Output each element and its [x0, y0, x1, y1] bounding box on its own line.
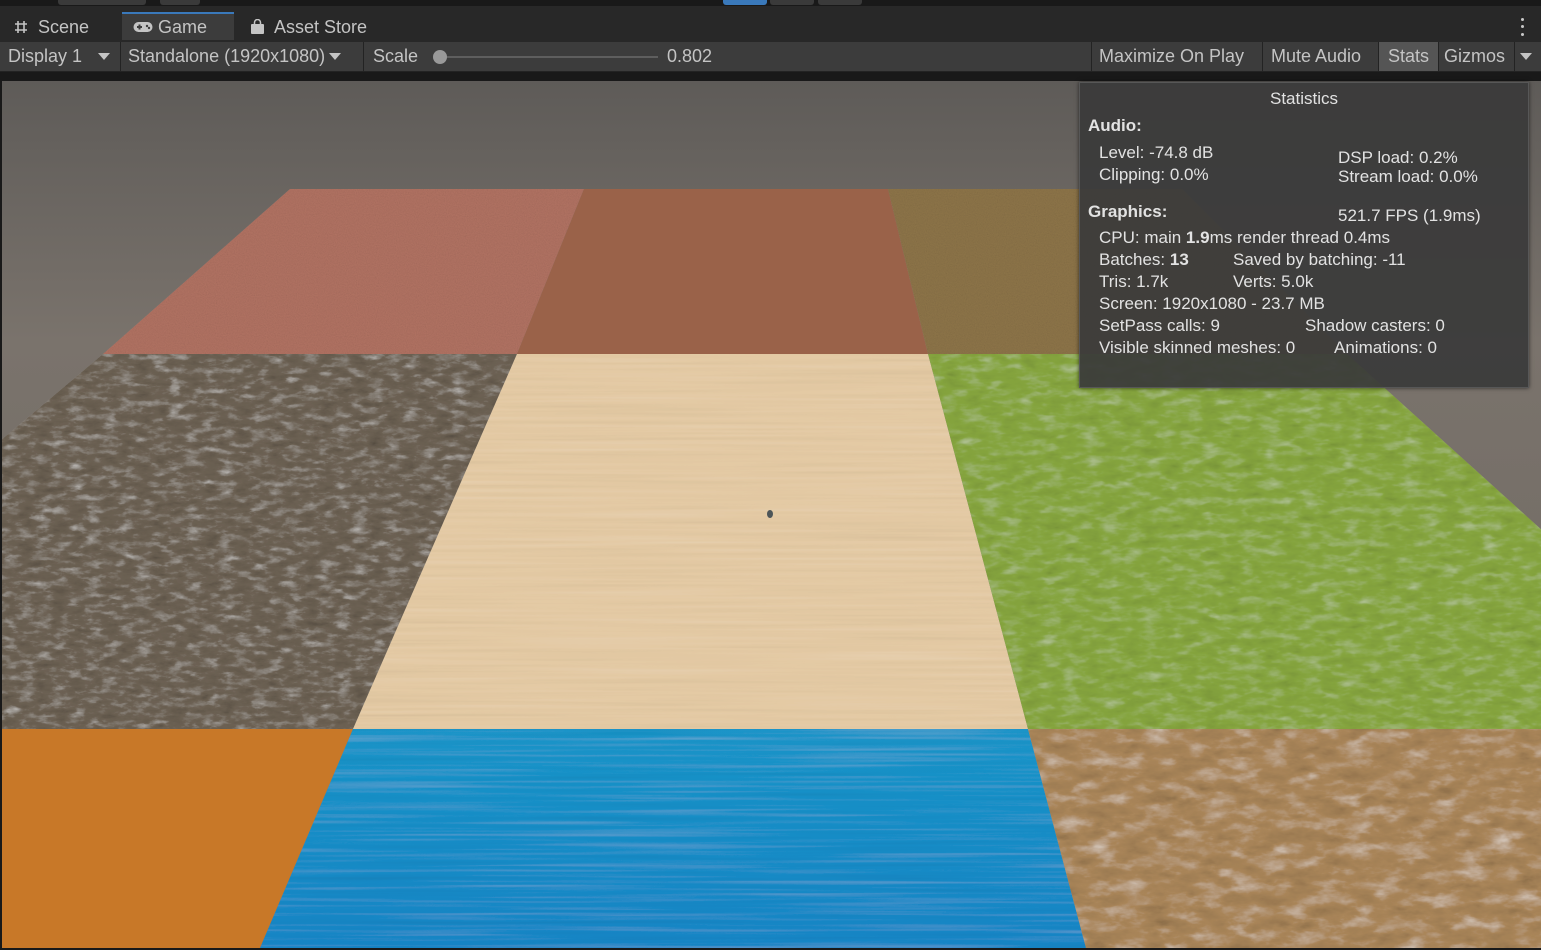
- batches: Batches: 13: [1099, 250, 1189, 270]
- divider: [120, 42, 121, 71]
- tile-dirt: [1028, 729, 1541, 948]
- animations: Animations: 0: [1334, 338, 1437, 357]
- tile-brown: [517, 189, 928, 354]
- pause-button[interactable]: [770, 0, 814, 5]
- verts: Verts: 5.0k: [1233, 272, 1314, 291]
- batches-prefix: Batches:: [1099, 250, 1170, 269]
- more-options-icon[interactable]: [1513, 16, 1531, 38]
- maximize-on-play-button[interactable]: Maximize On Play: [1099, 42, 1244, 71]
- chevron-down-icon: [329, 53, 342, 60]
- tile-water: [260, 729, 1086, 948]
- divider: [1438, 42, 1439, 71]
- game-toolbar: Display 1 Standalone (1920x1080) Scale 0…: [0, 42, 1541, 72]
- stats-title: Statistics: [1269, 89, 1339, 108]
- step-button[interactable]: [818, 0, 862, 5]
- cpu-prefix: CPU: main: [1099, 228, 1186, 247]
- resolution-dropdown[interactable]: Standalone (1920x1080): [128, 42, 360, 71]
- tab-bar: Scene Game Asset Store: [0, 6, 1541, 43]
- display-dropdown[interactable]: Display 1: [8, 42, 118, 71]
- tab-scene[interactable]: Scene: [0, 12, 120, 42]
- play-button-highlight[interactable]: [723, 0, 767, 5]
- audio-clipping: Clipping: 0.0%: [1099, 165, 1209, 184]
- scale-value: 0.802: [667, 46, 713, 66]
- gizmos-dropdown[interactable]: [1520, 42, 1534, 71]
- grid-hash-icon: [12, 18, 30, 36]
- display-label: Display 1: [8, 46, 83, 66]
- graphics-header: Graphics:: [1088, 202, 1168, 221]
- stats-toggle[interactable]: Stats: [1379, 42, 1438, 71]
- saved-by-batching: Saved by batching: -11: [1233, 250, 1406, 269]
- tile-grass: [928, 354, 1541, 729]
- audio-level: Level: -74.8 dB: [1099, 143, 1214, 162]
- scale-slider-track[interactable]: [440, 56, 658, 58]
- tile-red-dirt: [103, 189, 584, 354]
- setpass-calls: SetPass calls: 9: [1099, 316, 1220, 335]
- batches-value: 13: [1169, 250, 1189, 269]
- visible-skinned-meshes: Visible skinned meshes: 0: [1099, 338, 1296, 357]
- top-strip-segment: [160, 0, 200, 5]
- screen-info: Screen: 1920x1080 - 23.7 MB: [1099, 294, 1325, 313]
- tab-asset-store[interactable]: Asset Store: [244, 12, 394, 42]
- resolution-label: Standalone (1920x1080): [128, 46, 326, 66]
- mute-audio-button[interactable]: Mute Audio: [1271, 42, 1361, 71]
- chevron-down-icon: [1520, 53, 1532, 60]
- chevron-down-icon: [98, 53, 111, 60]
- shadow-casters: Shadow casters: 0: [1305, 316, 1445, 335]
- tab-label: Game: [158, 16, 208, 37]
- cpu-main-value: 1.9: [1185, 228, 1210, 247]
- gamepad-icon: [132, 18, 154, 36]
- cpu-suffix: ms render thread 0.4ms: [1209, 228, 1391, 247]
- shopping-bag-icon: [248, 18, 266, 36]
- gizmos-button[interactable]: Gizmos: [1444, 42, 1505, 71]
- scale-slider-handle[interactable]: [433, 50, 447, 64]
- audio-header: Audio:: [1088, 116, 1142, 135]
- divider: [363, 42, 364, 71]
- statistics-overlay: Statistics Audio: Level: -74.8 dB Clippi…: [1079, 82, 1529, 388]
- tab-label: Asset Store: [274, 16, 368, 37]
- tab-label: Scene: [38, 16, 90, 37]
- tris: Tris: 1.7k: [1099, 272, 1169, 291]
- fps-readout: 521.7 FPS (1.9ms): [1338, 206, 1481, 225]
- scale-label: Scale: [373, 46, 419, 66]
- cpu-time: CPU: main 1.9ms render thread 0.4ms: [1099, 228, 1390, 248]
- dsp-load: DSP load: 0.2%: [1338, 148, 1458, 167]
- tab-game[interactable]: Game: [122, 12, 234, 40]
- divider: [1514, 42, 1515, 71]
- viewport-border: [0, 72, 1541, 81]
- divider: [1262, 42, 1263, 71]
- stream-load: Stream load: 0.0%: [1338, 167, 1478, 186]
- top-strip-segment: [58, 0, 146, 5]
- player-object: [767, 510, 773, 518]
- divider: [1091, 42, 1092, 71]
